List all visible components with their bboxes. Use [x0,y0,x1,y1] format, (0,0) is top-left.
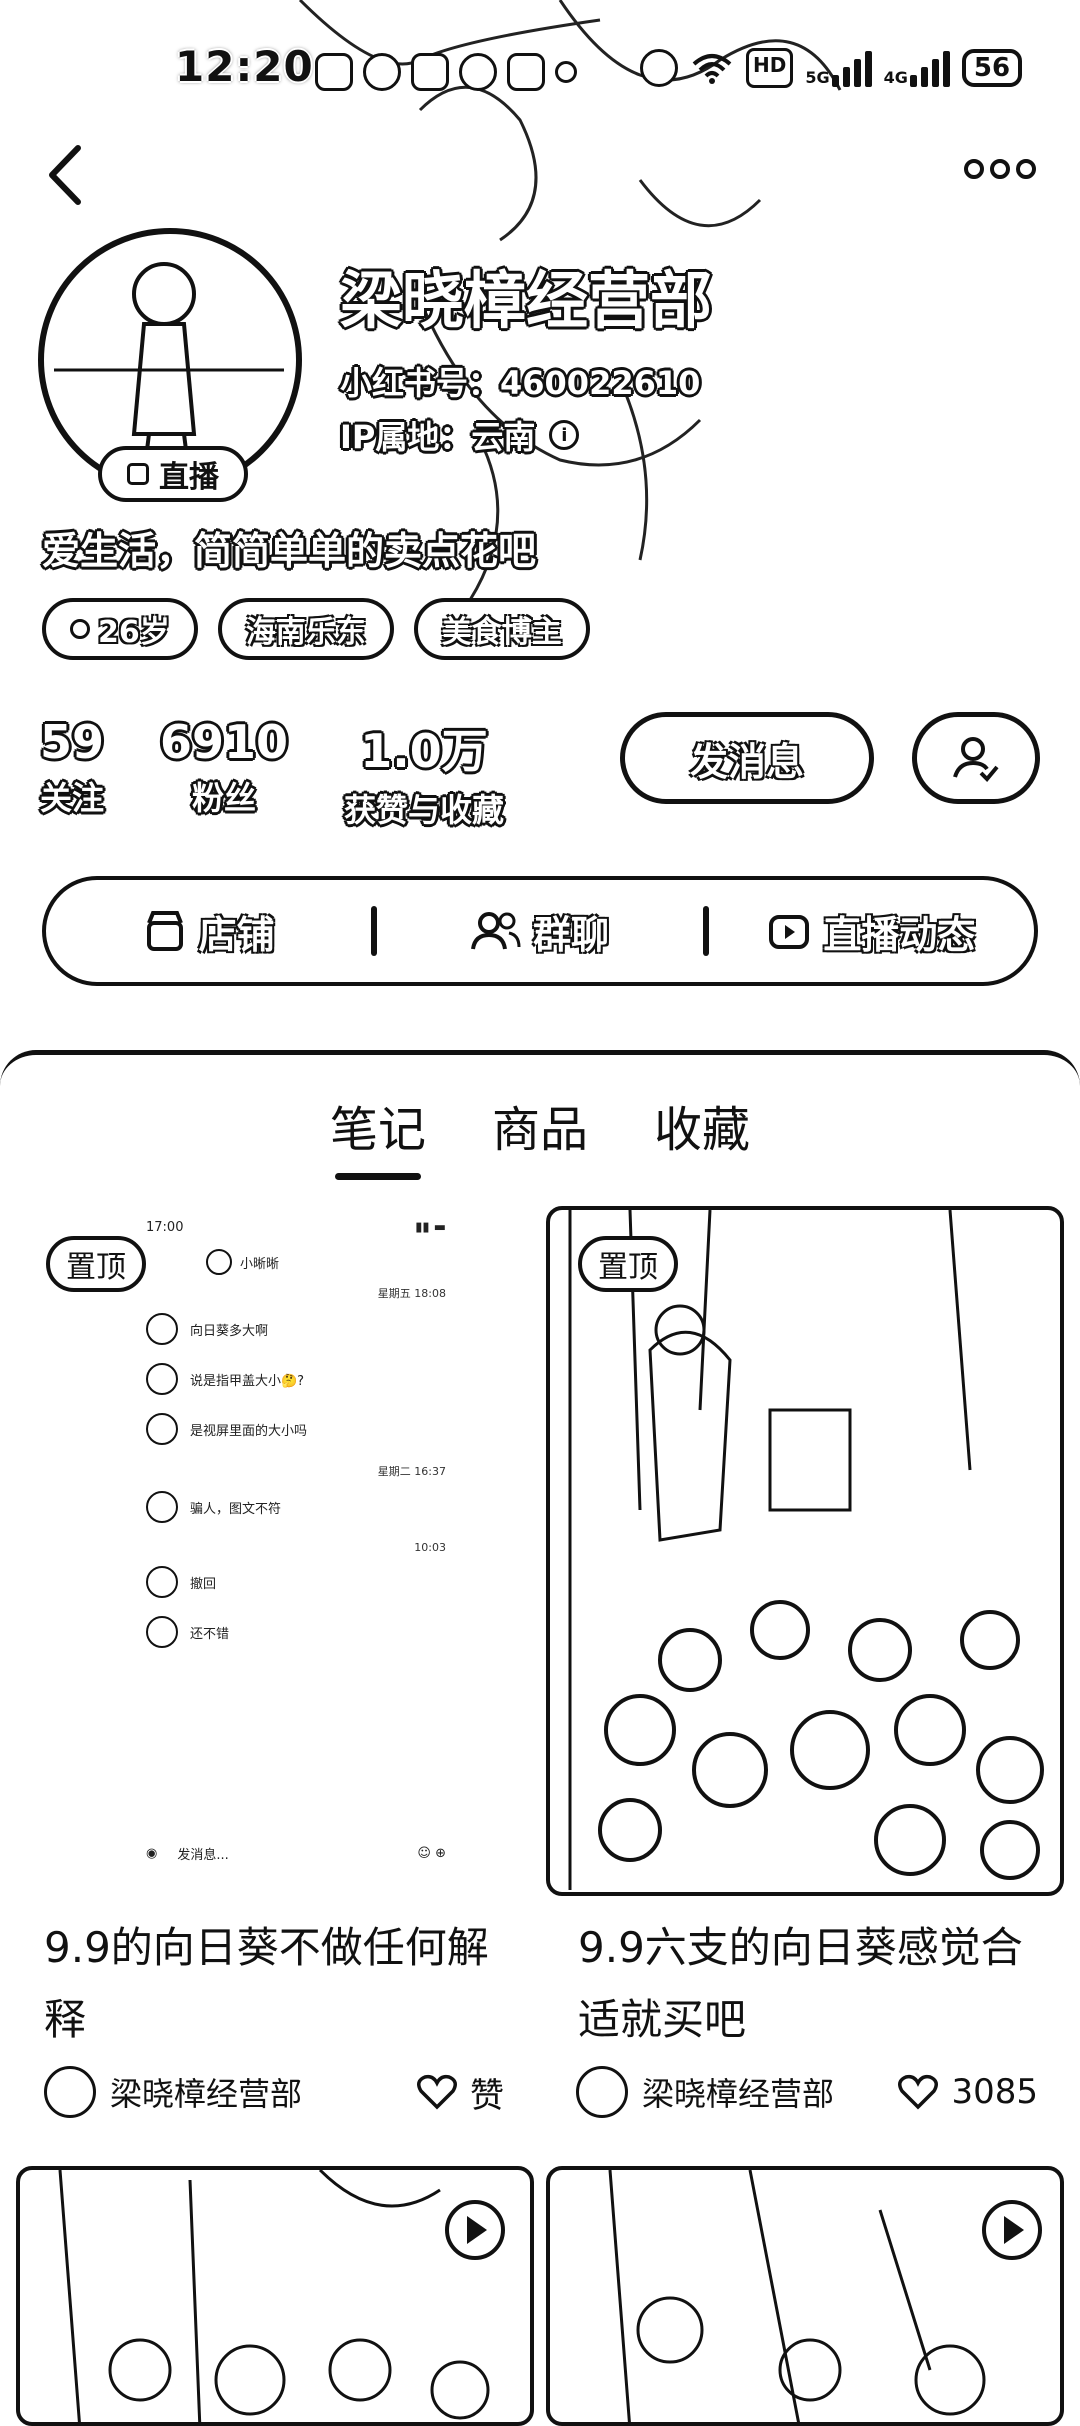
more-dots-icon [964,159,1036,179]
app-notification-icon [459,53,497,91]
more-button[interactable] [960,148,1040,198]
live-badge[interactable]: 直播 [98,446,248,502]
shortcut-group-chat[interactable]: 群聊 [377,904,702,959]
ip-location: IP属地：云南 i [340,412,580,458]
note-card-image[interactable] [546,2166,1064,2426]
author-avatar[interactable] [576,2066,628,2118]
author-name[interactable]: 梁晓樟经营部 [110,2069,402,2115]
tab-products[interactable]: 商品 [492,1090,588,1180]
user-check-icon [953,737,999,782]
pinned-badge: 置顶 [46,1236,146,1292]
group-icon [471,912,521,950]
gender-icon [70,619,90,639]
status-system-icons: HD 5G 4G 56 [640,48,1023,88]
send-message-button[interactable]: 发消息 [620,712,874,804]
note-meta: 梁晓樟经营部 赞 [44,2066,504,2118]
tag-age: 26岁 [42,598,198,660]
follow-user-button[interactable] [912,712,1040,804]
note-title[interactable]: 9.9六支的向日葵感觉合适就买吧 [578,1912,1048,2056]
tab-notes[interactable]: 笔记 [330,1090,426,1180]
note-card-image[interactable] [16,2166,534,2426]
content-tabs: 笔记 商品 收藏 [0,1090,1080,1180]
battery-icon: 56 [961,49,1023,87]
status-notification-icons [315,48,577,96]
like-button[interactable]: 3085 [897,2072,1038,2112]
back-button[interactable] [40,140,100,220]
flower-photo [58,2170,505,2422]
live-label: 直播 [159,460,219,495]
live-icon [127,463,149,485]
like-button[interactable]: 赞 [416,2068,504,2117]
note-card-image[interactable]: 17:00 ▮▮ ▬ 小晰晰 星期五 18:08 向日葵多大啊 说是指甲盖大小🤔?… [22,1206,534,1900]
signal-4g-icon: 4G [884,49,950,87]
tab-favorites[interactable]: 收藏 [654,1090,750,1180]
hd-voice-icon: HD [746,48,794,88]
heart-icon [898,2074,939,2110]
shortcut-shop[interactable]: 店铺 [46,904,371,959]
stat-followers[interactable]: 6910 粉丝 [160,715,288,831]
shortcut-live-updates[interactable]: 直播动态 [709,904,1034,959]
chat-screenshot: 17:00 ▮▮ ▬ 小晰晰 星期五 18:08 向日葵多大啊 说是指甲盖大小🤔?… [146,1220,446,1863]
status-time: 12:20 [175,42,314,91]
tag-category: 美食博主 [413,598,590,660]
heart-icon [417,2074,457,2110]
author-avatar[interactable] [44,2066,96,2118]
app-notification-icon [411,53,449,91]
note-meta: 梁晓樟经营部 3085 [576,2066,1038,2118]
profile-bio: 爱生活，简简单单的卖点花吧 [42,529,537,573]
shortcut-bar: 店铺 群聊 直播动态 [42,876,1038,986]
flower-photo [608,2170,1042,2422]
profile-name: 梁晓樟经营部 [340,264,713,337]
signal-5g-icon: 5G [805,49,872,87]
ip-location-text: IP属地：云南 [340,418,536,456]
pinned-badge: 置顶 [578,1236,678,1292]
profile-tags: 26岁 海南乐东 美食博主 [42,598,590,660]
note-card-image[interactable] [546,1206,1064,1896]
shop-icon [146,911,183,951]
stat-likes[interactable]: 1.0万 获赞与收藏 [344,715,504,831]
author-name[interactable]: 梁晓樟经营部 [642,2069,883,2115]
profile-stats: 59 关注 6910 粉丝 1.0万 获赞与收藏 [40,715,504,831]
status-bar: 12:20 HD 5G 4G 56 [0,0,1080,140]
app-notification-icon [507,53,545,91]
app-notification-icon [315,53,353,91]
wifi-icon [692,54,732,84]
chevron-left-icon [49,145,81,205]
app-notification-icon [363,53,401,91]
note-title[interactable]: 9.9的向日葵不做任何解释 [44,1912,514,2056]
dot-icon [555,61,577,83]
red-id[interactable]: 小红书号：460022610 [340,358,700,404]
stat-following[interactable]: 59 关注 [40,715,104,831]
alarm-icon [640,49,678,87]
sunflower-market-photo [568,1210,1044,1890]
live-video-icon [769,915,810,949]
info-icon[interactable]: i [549,420,580,450]
tag-location: 海南乐东 [217,598,394,660]
